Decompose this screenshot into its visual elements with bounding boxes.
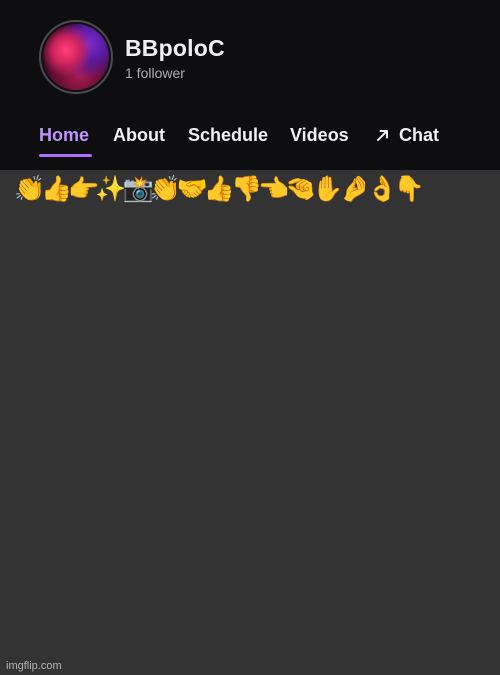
- follower-count: 1 follower: [125, 65, 185, 81]
- avatar[interactable]: [39, 20, 113, 94]
- tab-chat-label: Chat: [399, 125, 439, 145]
- watermark: imgflip.com: [6, 660, 62, 672]
- channel-header: BBpoloC 1 follower Home About Schedule V…: [0, 0, 500, 170]
- channel-name[interactable]: BBpoloC: [125, 35, 225, 62]
- tab-home[interactable]: Home: [39, 125, 89, 146]
- emoji-banner: 👏👍👉✨📸👏🤝👍👎👈🤏✋🤌👌👇: [14, 175, 425, 203]
- avatar-image: [43, 24, 109, 90]
- tab-about[interactable]: About: [113, 125, 165, 146]
- tab-chat[interactable]: Chat: [375, 125, 439, 146]
- active-tab-indicator: [39, 154, 92, 157]
- arrow-up-right-icon: [377, 130, 388, 141]
- tab-schedule[interactable]: Schedule: [188, 125, 268, 146]
- tab-videos[interactable]: Videos: [290, 125, 349, 146]
